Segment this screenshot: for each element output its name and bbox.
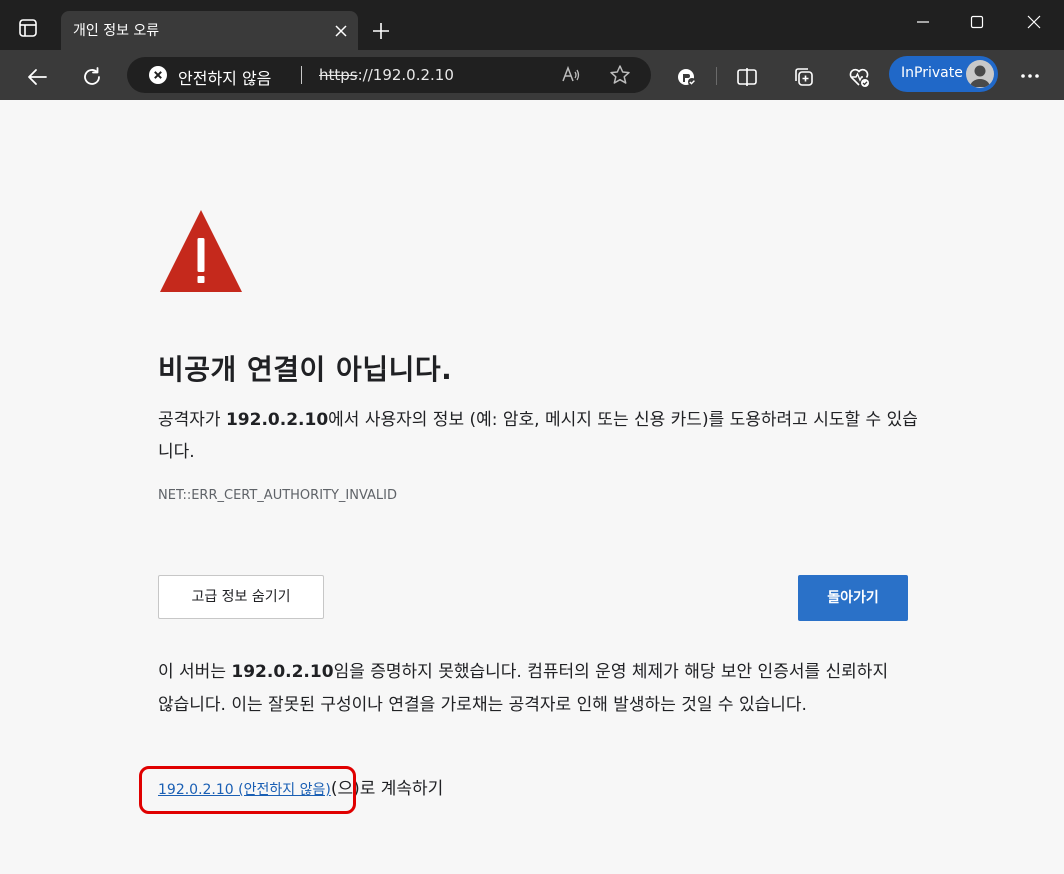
error-page: 비공개 연결이 아닙니다. 공격자가 192.0.2.10에서 사용자의 정보 … — [0, 100, 1064, 874]
inprivate-label: InPrivate — [901, 65, 963, 81]
collections-icon[interactable] — [787, 60, 819, 92]
desc-prefix: 공격자가 — [158, 410, 226, 430]
more-icon[interactable] — [1014, 60, 1046, 92]
split-screen-icon[interactable] — [730, 60, 762, 92]
profile-avatar-icon — [966, 60, 994, 88]
page-title: 비공개 연결이 아닙니다. — [158, 353, 453, 386]
plus-icon[interactable] — [370, 20, 392, 42]
maximize-icon[interactable] — [954, 8, 1000, 38]
close-window-icon[interactable] — [1011, 8, 1057, 38]
inprivate-profile-button[interactable]: InPrivate — [889, 56, 998, 92]
address-bar[interactable]: 안전하지 않음 https://192.0.2.10 — [127, 57, 651, 93]
title-bar: 개인 정보 오류 — [0, 0, 1064, 50]
back-arrow-icon[interactable] — [20, 60, 52, 92]
error-code: NET::ERR_CERT_AUTHORITY_INVALID — [158, 488, 398, 503]
hide-advanced-button[interactable]: 고급 정보 숨기기 — [158, 575, 324, 619]
tab-title: 개인 정보 오류 — [73, 23, 160, 39]
read-aloud-icon[interactable] — [560, 64, 582, 86]
go-back-button[interactable]: 돌아가기 — [798, 575, 908, 621]
toolbar-divider — [716, 67, 717, 85]
url-host: ://192.0.2.10 — [357, 66, 454, 84]
details-host: 192.0.2.10 — [231, 662, 334, 682]
divider — [301, 66, 302, 84]
security-status-label[interactable]: 안전하지 않음 — [178, 65, 271, 89]
warning-triangle-icon — [158, 208, 244, 294]
tracking-prevention-icon[interactable] — [670, 60, 702, 92]
minimize-icon[interactable] — [900, 8, 946, 38]
favorite-star-icon[interactable] — [609, 64, 631, 86]
tab-actions-icon[interactable] — [18, 18, 38, 38]
toolbar: 안전하지 않음 https://192.0.2.10 InPrivate — [0, 50, 1064, 100]
url-scheme: https — [319, 66, 358, 84]
browser-tab[interactable]: 개인 정보 오류 — [61, 11, 358, 50]
details-prefix: 이 서버는 — [158, 662, 232, 682]
browser-essentials-icon[interactable] — [842, 60, 874, 92]
not-secure-icon[interactable] — [149, 66, 167, 84]
url-text[interactable]: https://192.0.2.10 — [319, 66, 454, 84]
error-description: 공격자가 192.0.2.10에서 사용자의 정보 (예: 암호, 메시지 또는… — [158, 404, 918, 468]
advanced-details: 이 서버는 192.0.2.10임을 증명하지 못했습니다. 컴퓨터의 운영 체… — [158, 656, 898, 722]
refresh-icon[interactable] — [75, 60, 107, 92]
close-icon[interactable] — [334, 23, 348, 37]
highlight-box — [139, 766, 356, 814]
desc-host: 192.0.2.10 — [225, 410, 329, 430]
